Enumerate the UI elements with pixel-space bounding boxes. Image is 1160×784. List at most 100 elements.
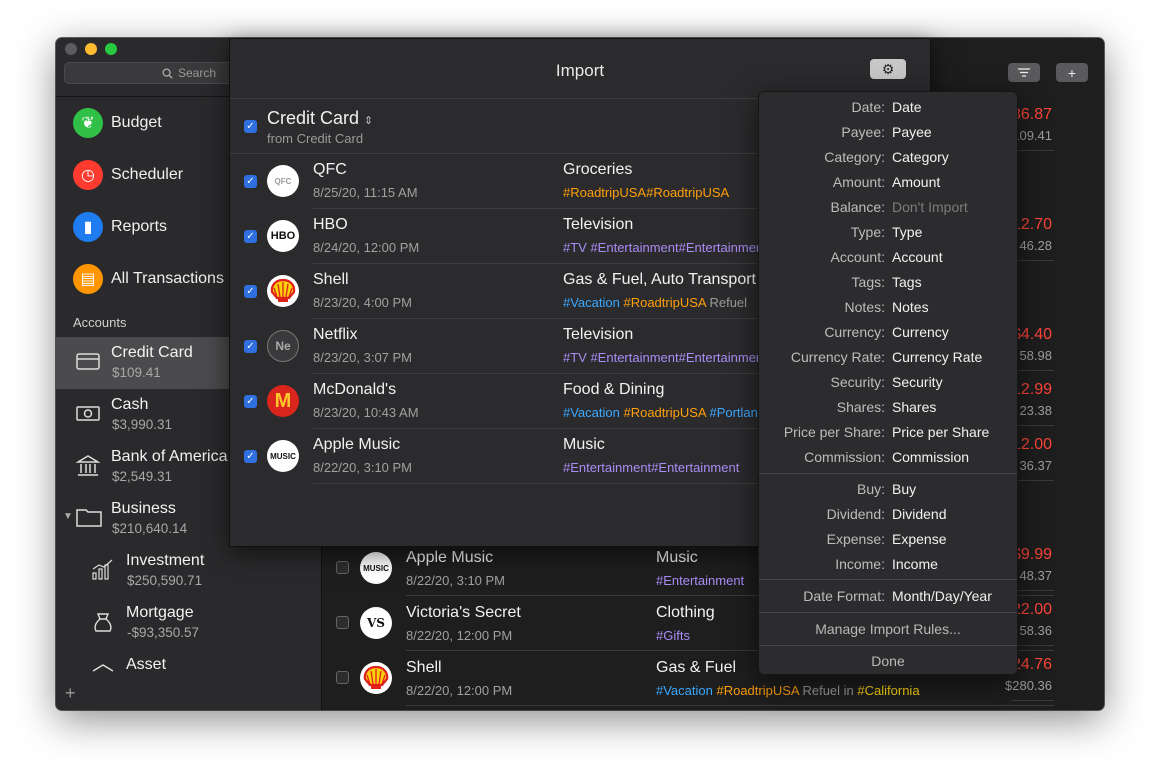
account-selector[interactable]: Credit Card ⇕ [267, 108, 373, 129]
done-button[interactable]: Done [759, 653, 1017, 669]
up-down-chevron-icon: ⇕ [364, 115, 374, 127]
mapping-value[interactable]: Commission [892, 449, 969, 465]
transaction-tags: #Gifts [656, 628, 690, 643]
mapping-label: Currency Rate: [790, 349, 885, 365]
tag: #RoadtripUSA#RoadtripUSA [563, 185, 730, 200]
transaction-date: 8/23/20, 4:00 PM [313, 295, 413, 310]
close-window-button[interactable] [65, 43, 77, 55]
sidebar-item-budget[interactable]: ❦ Budget [73, 108, 162, 138]
import-row-checkbox[interactable]: ✓ [244, 175, 257, 188]
sidebar-account-investment[interactable]: Investment $250,590.71 [56, 545, 322, 597]
tag: Refuel in [798, 683, 858, 698]
mapping-value[interactable]: Don't Import [892, 199, 968, 215]
transaction-date: 8/22/20, 12:00 PM [406, 683, 513, 698]
import-row-checkbox[interactable]: ✓ [244, 285, 257, 298]
merchant-logo: MUSIC [360, 552, 392, 584]
sidebar-account-asset[interactable]: Asset [56, 649, 322, 701]
transaction-checkbox[interactable] [336, 616, 349, 629]
mapping-value[interactable]: Currency [892, 324, 949, 340]
minimize-window-button[interactable] [85, 43, 97, 55]
mapping-label: Dividend: [826, 506, 885, 522]
type-mapping-buy[interactable]: Buy: Buy [759, 477, 1019, 502]
merchant-logo [267, 275, 299, 307]
field-mapping-currency-rate[interactable]: Currency Rate: Currency Rate [759, 345, 1019, 370]
account-source: from Credit Card [267, 131, 364, 146]
mapping-value[interactable]: Month/Day/Year [892, 588, 992, 604]
mapping-value[interactable]: Buy [892, 481, 916, 497]
merchant-logo: M [267, 385, 299, 417]
window-controls [65, 43, 117, 55]
transaction-date: 8/23/20, 10:43 AM [313, 405, 419, 420]
field-mapping-security[interactable]: Security: Security [759, 370, 1019, 395]
sidebar-item-all-transactions[interactable]: ▤ All Transactions [73, 264, 224, 294]
type-mapping-dividend[interactable]: Dividend: Dividend [759, 502, 1019, 527]
mapping-value[interactable]: Category [892, 149, 949, 165]
payee-name: Apple Music [313, 436, 401, 453]
sidebar-item-reports[interactable]: ▮ Reports [73, 212, 167, 242]
field-mapping-tags[interactable]: Tags: Tags [759, 270, 1019, 295]
sidebar-account-mortgage[interactable]: Mortgage -$93,350.57 [56, 597, 322, 649]
popover-divider [759, 645, 1017, 646]
field-mapping-balance[interactable]: Balance: Don't Import [759, 195, 1019, 220]
field-mapping-shares[interactable]: Shares: Shares [759, 395, 1019, 420]
field-mapping-type[interactable]: Type: Type [759, 220, 1019, 245]
mapping-value[interactable]: Shares [892, 399, 936, 415]
field-mapping-commission[interactable]: Commission: Commission [759, 445, 1019, 470]
tag: #Vacation [656, 683, 717, 698]
field-mapping-date[interactable]: Date: Date [759, 95, 1019, 120]
transaction-checkbox[interactable] [336, 671, 349, 684]
disclosure-triangle-icon[interactable]: ▼ [63, 511, 73, 522]
mapping-value[interactable]: Payee [892, 124, 932, 140]
field-mapping-price-per-share[interactable]: Price per Share: Price per Share [759, 420, 1019, 445]
account-checkbox[interactable]: ✓ [244, 120, 257, 133]
import-row-checkbox[interactable]: ✓ [244, 450, 257, 463]
mortgage-icon [91, 611, 117, 635]
account-name: Credit Card [111, 344, 193, 361]
filter-button[interactable] [1008, 63, 1040, 82]
merchant-logo: MUSIC [267, 440, 299, 472]
account-balance: -$93,350.57 [127, 625, 200, 640]
mapping-label: Expense: [826, 531, 885, 547]
manage-import-rules-button[interactable]: Manage Import Rules... [759, 621, 1017, 637]
import-row-checkbox[interactable]: ✓ [244, 230, 257, 243]
zoom-window-button[interactable] [105, 43, 117, 55]
type-mapping-income[interactable]: Income: Income [759, 552, 1019, 577]
field-mapping-currency[interactable]: Currency: Currency [759, 320, 1019, 345]
mapping-label: Currency: [824, 324, 885, 340]
import-settings-button[interactable]: ⚙ [870, 59, 906, 79]
mapping-value[interactable]: Income [892, 556, 938, 572]
mapping-value[interactable]: Notes [892, 299, 929, 315]
mapping-value[interactable]: Type [892, 224, 922, 240]
add-transaction-button[interactable]: + [1056, 63, 1088, 82]
mapping-value[interactable]: Security [892, 374, 943, 390]
transaction-checkbox[interactable] [336, 561, 349, 574]
sidebar-item-label: Scheduler [111, 166, 184, 183]
field-mapping-payee[interactable]: Payee: Payee [759, 120, 1019, 145]
mapping-value[interactable]: Amount [892, 174, 940, 190]
field-mapping-category[interactable]: Category: Category [759, 145, 1019, 170]
field-mapping-amount[interactable]: Amount: Amount [759, 170, 1019, 195]
field-mapping-notes[interactable]: Notes: Notes [759, 295, 1019, 320]
mapping-value[interactable]: Expense [892, 531, 946, 547]
mapping-label: Category: [824, 149, 885, 165]
mapping-value[interactable]: Currency Rate [892, 349, 982, 365]
mapping-value[interactable]: Account [892, 249, 943, 265]
transaction-tags: #Entertainment [656, 573, 744, 588]
type-mapping-expense[interactable]: Expense: Expense [759, 527, 1019, 552]
mapping-value[interactable]: Dividend [892, 506, 946, 522]
add-account-button[interactable]: + [65, 683, 76, 704]
sidebar-item-label: Budget [111, 114, 162, 131]
mapping-value[interactable]: Date [892, 99, 922, 115]
payee-name: McDonald's [313, 381, 397, 398]
import-row-checkbox[interactable]: ✓ [244, 340, 257, 353]
mapping-label: Type: [850, 224, 885, 240]
date-format-mapping[interactable]: Date Format: Month/Day/Year [759, 584, 1019, 609]
mapping-value[interactable]: Price per Share [892, 424, 989, 440]
import-row-checkbox[interactable]: ✓ [244, 395, 257, 408]
category-name: Music [656, 549, 698, 566]
field-mapping-account[interactable]: Account: Account [759, 245, 1019, 270]
transaction-tags: #Vacation #RoadtripUSA Refuel [563, 295, 758, 310]
mapping-value[interactable]: Tags [892, 274, 922, 290]
sidebar-item-scheduler[interactable]: ◷ Scheduler [73, 160, 183, 190]
mapping-label: Account: [830, 249, 885, 265]
